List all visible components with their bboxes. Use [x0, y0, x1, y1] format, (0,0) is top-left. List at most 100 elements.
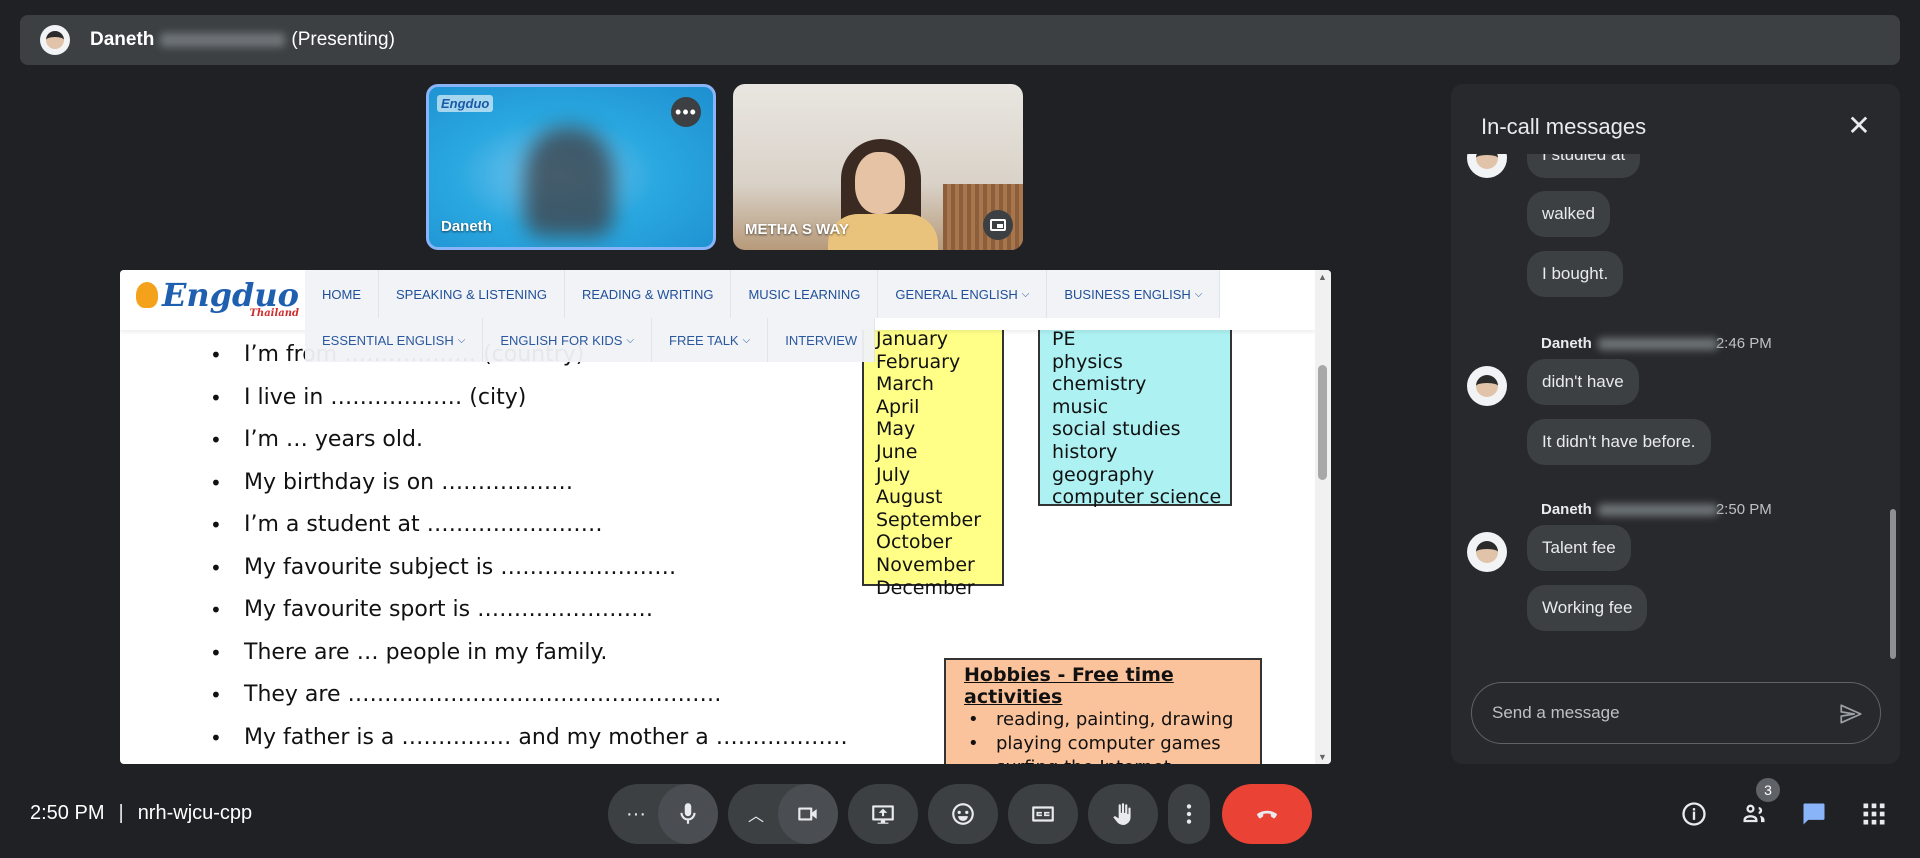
message-bubble: I studied at	[1527, 154, 1641, 178]
message-list: I studied at walked I bought. Daneth 2:4…	[1451, 154, 1900, 674]
chat-scrollbar[interactable]	[1890, 509, 1896, 659]
activities-button[interactable]	[1854, 794, 1894, 834]
participant-tile-daneth[interactable]: Engduo ••• Daneth	[426, 84, 716, 250]
nav-music-learning[interactable]: MUSIC LEARNING	[731, 270, 879, 318]
panel-title: In-call messages	[1481, 114, 1647, 139]
month-item: March	[876, 373, 934, 396]
hobby-item: surfing the Internet	[968, 756, 1260, 764]
message-bubble: I bought.	[1527, 251, 1624, 297]
worksheet-line: I live in ……………… (city)	[210, 377, 848, 420]
month-item: November	[876, 553, 975, 576]
participant-name: METHA S WAY	[745, 221, 849, 238]
chevron-up-icon[interactable]: ︿	[748, 802, 764, 826]
chat-button[interactable]	[1794, 794, 1834, 834]
scroll-thumb[interactable]	[1318, 365, 1327, 480]
month-item: January	[876, 328, 949, 350]
presenting-status: (Presenting)	[291, 29, 395, 50]
chat-icon	[1803, 803, 1825, 825]
hobby-item: reading, painting, drawing	[968, 708, 1260, 732]
page-scrollbar[interactable]: ▲ ▼	[1315, 270, 1331, 764]
sender-name: Daneth	[1541, 501, 1592, 518]
captions-button[interactable]	[1008, 784, 1078, 844]
worksheet-line: My favourite sport is ……………………	[210, 589, 848, 632]
hang-up-icon	[1257, 810, 1277, 819]
info-icon	[1682, 802, 1706, 826]
site-logo[interactable]: Engduo Thailand	[136, 276, 299, 319]
message-bubble: didn't have	[1527, 359, 1639, 405]
month-item: July	[876, 463, 911, 486]
audio-settings-icon[interactable]: ···	[626, 803, 646, 826]
message-bubble: It didn't have before.	[1527, 419, 1711, 465]
nav-english-for-kids[interactable]: ENGLISH FOR KIDS ⌵	[483, 318, 652, 362]
nav-essential-english[interactable]: ESSENTIAL ENGLISH ⌵	[305, 318, 484, 362]
microphone-button[interactable]	[658, 784, 718, 844]
message-time: 2:50 PM	[1715, 501, 1772, 518]
present-screen-button[interactable]	[848, 784, 918, 844]
nav-reading-writing[interactable]: READING & WRITING	[565, 270, 732, 318]
participant-video	[524, 127, 614, 237]
meeting-info: 2:50 PM | nrh-wjcu-cpp	[30, 802, 252, 825]
message-input[interactable]	[1492, 703, 1822, 723]
vertical-dots-icon	[1186, 804, 1192, 824]
month-item: October	[876, 531, 953, 554]
nav-interview[interactable]: INTERVIEW	[768, 318, 876, 362]
virtual-background-logo: Engduo	[437, 95, 494, 112]
sender-avatar	[1467, 154, 1507, 178]
raise-hand-button[interactable]	[1088, 784, 1158, 844]
message-time: 2:46 PM	[1715, 335, 1772, 352]
hobbies-box: Hobbies - Free time activities reading, …	[944, 658, 1262, 764]
months-box: January February March April May June Ju…	[862, 296, 1004, 599]
emoji-icon	[952, 803, 974, 825]
chevron-down-icon: ⌵	[742, 334, 751, 346]
message-bubble: Working fee	[1527, 585, 1648, 631]
subject-item: music	[1052, 395, 1109, 418]
owl-logo-icon	[136, 282, 158, 308]
message-bubble: Talent fee	[1527, 525, 1631, 571]
apps-grid-icon	[1863, 803, 1885, 825]
people-icon	[1743, 804, 1765, 823]
scroll-up-icon[interactable]: ▲	[1318, 272, 1327, 282]
subject-item: history	[1052, 440, 1118, 463]
month-item: August	[876, 486, 943, 509]
more-options-icon[interactable]: •••	[671, 97, 701, 127]
worksheet-line: My birthday is on ………………	[210, 462, 848, 505]
hobby-item: playing computer games	[968, 732, 1260, 756]
nav-business-english[interactable]: BUSINESS ENGLISH ⌵	[1047, 270, 1221, 318]
camera-button[interactable]	[778, 784, 838, 844]
camera-control-group: ︿	[728, 784, 838, 844]
more-options-button[interactable]	[1168, 784, 1210, 844]
presenter-avatar	[40, 25, 70, 55]
reactions-button[interactable]	[928, 784, 998, 844]
nav-free-talk[interactable]: FREE TALK ⌵	[652, 318, 769, 362]
message-sender: Daneth 2:46 PM	[1541, 335, 1772, 352]
message-sender: Daneth 2:50 PM	[1541, 501, 1772, 518]
scroll-down-icon[interactable]: ▼	[1318, 752, 1327, 762]
sender-avatar	[1467, 366, 1507, 406]
chevron-down-icon: ⌵	[1021, 288, 1030, 300]
send-icon[interactable]	[1838, 701, 1864, 727]
subject-item: geography	[1052, 463, 1155, 486]
month-item: April	[876, 395, 920, 418]
presenter-name: Daneth	[90, 29, 155, 50]
participant-tile-metha[interactable]: METHA S WAY	[733, 84, 1023, 250]
site-nav-primary: HOME SPEAKING & LISTENING READING & WRIT…	[305, 270, 1221, 318]
chevron-down-icon: ⌵	[1194, 288, 1203, 300]
nav-general-english[interactable]: GENERAL ENGLISH ⌵	[878, 270, 1048, 318]
month-item: February	[876, 350, 961, 373]
leave-call-button[interactable]	[1222, 784, 1312, 844]
worksheet-line: I’m a student at ……………………	[210, 504, 848, 547]
close-icon[interactable]: ✕	[1843, 110, 1875, 142]
sender-name: Daneth	[1541, 335, 1592, 352]
picture-in-picture-icon[interactable]	[983, 210, 1013, 240]
worksheet: I’m from ……………… (country) I live in ……………	[134, 296, 1294, 764]
redacted-surname	[160, 33, 286, 47]
captions-icon	[1032, 806, 1054, 822]
month-item: May	[876, 418, 916, 441]
site-nav-secondary: ESSENTIAL ENGLISH ⌵ ENGLISH FOR KIDS ⌵ FRE…	[305, 318, 876, 362]
nav-speaking-listening[interactable]: SPEAKING & LISTENING	[379, 270, 565, 318]
nav-home[interactable]: HOME	[305, 270, 379, 318]
shared-screen: Engduo Thailand HOME SPEAKING & LISTENIN…	[120, 270, 1331, 764]
bottom-control-bar: 2:50 PM | nrh-wjcu-cpp ··· ︿ 3	[0, 778, 1920, 850]
meeting-details-button[interactable]	[1674, 794, 1714, 834]
redacted-surname	[1597, 503, 1718, 516]
